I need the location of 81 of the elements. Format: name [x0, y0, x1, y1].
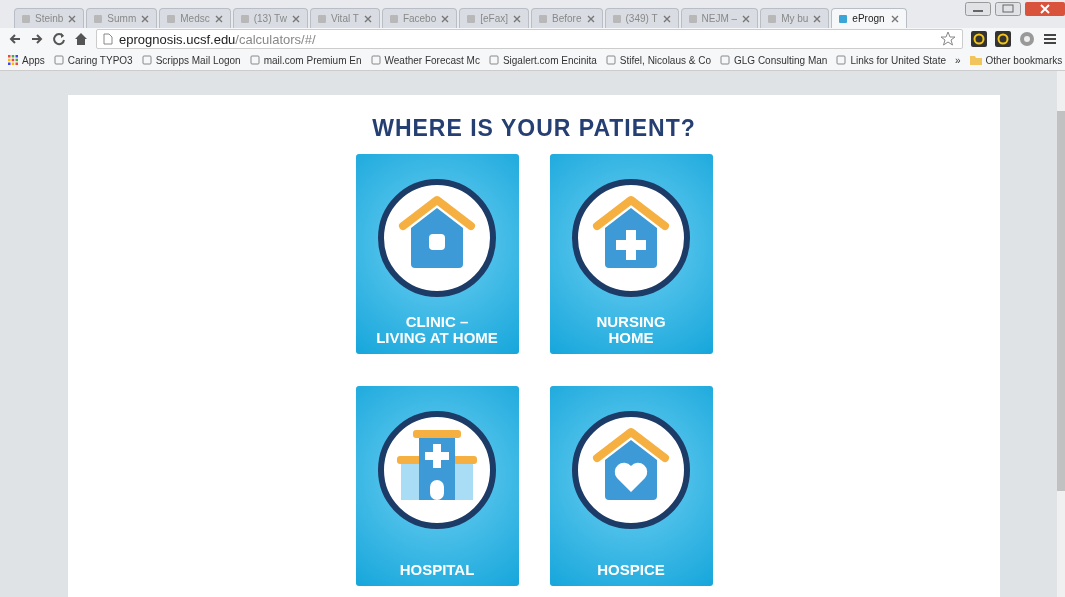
star-icon[interactable]: [940, 31, 956, 47]
page-icon: [316, 13, 327, 24]
page-icon: [21, 13, 31, 24]
close-icon[interactable]: [890, 13, 901, 24]
bookmark[interactable]: Sigalert.com Encinita: [488, 54, 597, 66]
page-icon: [166, 13, 177, 24]
page-heading: WHERE IS YOUR PATIENT?: [372, 115, 696, 142]
forward-icon[interactable]: [30, 32, 44, 46]
page-icon: [239, 13, 250, 24]
location-option[interactable]: CLINIC – LIVING AT HOME: [355, 154, 519, 354]
url-text: eprognosis.ucsf.edu/calculators/#/: [119, 31, 316, 47]
bookmarks-overflow[interactable]: »: [955, 54, 961, 66]
page-icon: [466, 13, 477, 24]
close-icon[interactable]: [585, 13, 596, 24]
house-icon: [571, 410, 691, 530]
browser-tab[interactable]: Vital T: [309, 8, 380, 28]
bookmark[interactable]: Links for United State: [836, 54, 946, 66]
maximize-icon[interactable]: [995, 2, 1021, 16]
page-icon: [388, 13, 399, 24]
browser-tab[interactable]: (13) Tw: [232, 8, 308, 28]
location-option[interactable]: HOSPICE: [549, 386, 713, 586]
browser-tab[interactable]: Before: [531, 8, 603, 28]
bookmark-icon: [488, 55, 499, 65]
back-icon[interactable]: [8, 32, 22, 46]
house-icon: [377, 178, 497, 298]
extension-icon[interactable]: [995, 31, 1011, 47]
page-icon: [103, 33, 113, 45]
folder-icon: [969, 55, 982, 65]
close-icon[interactable]: [362, 13, 373, 24]
browser-tab[interactable]: [eFax]: [459, 8, 530, 28]
extension-icon[interactable]: [971, 31, 987, 47]
page-icon: [611, 13, 622, 24]
page-icon: [93, 13, 104, 24]
close-icon[interactable]: [440, 13, 451, 24]
page-icon: [767, 13, 778, 24]
page-icon: [838, 13, 849, 24]
bookmark[interactable]: Caring TYPO3: [53, 54, 133, 66]
browser-tab[interactable]: Steinb: [14, 8, 85, 28]
bookmark-icon: [720, 55, 730, 65]
address-bar[interactable]: eprognosis.ucsf.edu/calculators/#/: [96, 29, 963, 49]
building-icon: [377, 410, 497, 530]
bookmark[interactable]: Scripps Mail Logon: [141, 54, 241, 66]
bookmark[interactable]: Stifel, Nicolaus & Co: [605, 54, 711, 66]
location-option[interactable]: NURSING HOME: [549, 154, 713, 354]
bookmark[interactable]: Other bookmarks: [969, 54, 1063, 66]
browser-tab[interactable]: (349) T: [604, 8, 679, 28]
browser-tab[interactable]: My bu: [760, 8, 830, 28]
bookmark-icon: [141, 55, 152, 65]
bookmark-icon: [249, 55, 260, 65]
browser-tab[interactable]: NEJM –: [680, 8, 759, 28]
bookmark[interactable]: Apps: [8, 54, 45, 66]
bookmark[interactable]: mail.com Premium En: [249, 54, 362, 66]
scrollbar[interactable]: [1057, 71, 1065, 597]
close-icon[interactable]: [290, 13, 301, 24]
browser-tab[interactable]: Medsc: [159, 8, 231, 28]
reload-icon[interactable]: [52, 32, 66, 46]
close-icon[interactable]: [741, 13, 752, 24]
close-icon[interactable]: [661, 13, 672, 24]
menu-icon[interactable]: [1043, 32, 1057, 46]
bookmark[interactable]: Weather Forecast Mc: [370, 54, 480, 66]
page-icon: [687, 13, 698, 24]
close-icon[interactable]: [512, 13, 523, 24]
close-icon[interactable]: [1025, 2, 1065, 16]
bookmark-icon: [605, 55, 616, 65]
browser-tab[interactable]: Summ: [86, 8, 158, 28]
bookmark[interactable]: GLG Consulting Man: [720, 54, 828, 66]
bookmark-icon: [836, 55, 847, 65]
bookmark-icon: [53, 55, 64, 65]
close-icon[interactable]: [213, 13, 224, 24]
minimize-icon[interactable]: [965, 2, 991, 16]
page-icon: [538, 13, 549, 24]
house-icon: [571, 178, 691, 298]
location-option[interactable]: HOSPITAL: [355, 386, 519, 586]
bookmark-icon: [370, 55, 381, 65]
home-icon[interactable]: [74, 32, 88, 46]
apps-grid-icon: [8, 55, 18, 65]
close-icon[interactable]: [67, 13, 78, 24]
browser-tab[interactable]: eProgn: [831, 8, 908, 28]
browser-tab[interactable]: Facebo: [381, 8, 458, 28]
close-icon[interactable]: [812, 13, 823, 24]
close-icon[interactable]: [140, 13, 151, 24]
